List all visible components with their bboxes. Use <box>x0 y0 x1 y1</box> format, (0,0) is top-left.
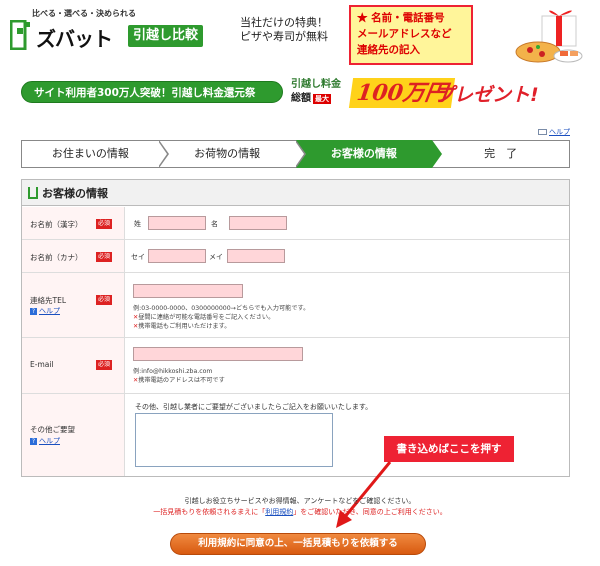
first-name-kana-input[interactable] <box>227 249 285 263</box>
step-label: お客様の情報 <box>330 147 397 160</box>
annotation-callout: 書き込めばここを押す <box>384 436 514 462</box>
page: 比べる・選べる・決められる ズバット 引越し比較 当社だけの特典！ ピザや寿司が… <box>0 0 600 566</box>
campaign-banner[interactable]: サイト利用者300万人突破！引越し料金還元祭 引越し料金 総額 最大 100万円 … <box>21 78 583 112</box>
row-name-kanji: お名前（漢字） 必須 姓 名 <box>22 207 569 240</box>
other-help-link[interactable]: ? ヘルプ <box>30 436 60 446</box>
promo-tagline: 当社だけの特典！ ピザや寿司が無料 <box>240 16 328 44</box>
step-arrow-icon <box>157 140 169 168</box>
field-label-cell: その他ご要望 ? ヘルプ <box>22 394 125 476</box>
required-badge: 必須 <box>96 252 113 262</box>
logo-name: ズバット <box>36 27 113 51</box>
row-phone: 連絡先TEL 必須 ? ヘルプ 例:03-0000-0000、0300000000… <box>22 273 569 338</box>
other-requests-textarea[interactable] <box>135 413 333 467</box>
form-title: お客様の情報 <box>42 186 108 200</box>
email-note: ✕携帯電話のアドレスは不可です <box>133 377 225 384</box>
phone-input[interactable] <box>133 284 243 298</box>
step-label: 完 了 <box>484 147 518 160</box>
annotation-note: ★ 名前・電話番号 メールアドレスなど 連絡先の記入 <box>349 5 473 65</box>
info-text: 引越しお役立ちサービスやお得情報、アンケートなどをご確認ください。 <box>184 497 416 505</box>
field-label: お名前（カナ） <box>30 253 83 262</box>
campaign-prize-label: 引越し料金 総額 最大 <box>291 78 351 106</box>
phone-example: 例:03-0000-0000、0300000000→どちらでも入力可能です。 <box>133 305 310 312</box>
tagline-line: ピザや寿司が無料 <box>240 30 328 43</box>
campaign-pill: サイト利用者300万人突破！引越し料金還元祭 <box>21 81 283 103</box>
field-cell: 例:03-0000-0000、0300000000→どちらでも入力可能です。 ✕… <box>125 273 569 337</box>
tagline-line: 当社だけの特典！ <box>240 16 328 29</box>
terms-link[interactable]: 利用規約 <box>265 508 293 516</box>
field-cell: 例:info@hikkoshi.zba.com ✕携帯電話のアドレスは不可です <box>125 338 569 393</box>
step-complete: 完 了 <box>432 140 570 168</box>
row-name-kana: お名前（カナ） 必須 セイ メイ <box>22 240 569 273</box>
row-email: E-mail 必須 例:info@hikkoshi.zba.com ✕携帯電話の… <box>22 338 569 394</box>
last-name-label: 姓 <box>134 220 141 228</box>
help-link[interactable]: ヘルプ <box>538 127 570 137</box>
field-label-cell: 連絡先TEL 必須 ? ヘルプ <box>22 273 125 337</box>
step-arrow-icon <box>431 140 443 168</box>
phone-note-text: 昼間に連絡が可能な電話番号をご記入ください。 <box>138 314 275 321</box>
email-note-text: 携帯電話のアドレスは不可です <box>138 377 225 384</box>
help-icon: ? <box>30 438 37 445</box>
present-text: プレゼント! <box>435 84 539 106</box>
annotation-line: ★ 名前・電話番号 <box>357 12 445 24</box>
required-badge: 必須 <box>96 295 113 305</box>
max-badge: 最大 <box>313 94 331 104</box>
required-badge: 必須 <box>96 219 113 229</box>
phone-note-text: 携帯電話もご利用いただけます。 <box>138 323 231 330</box>
field-label: 連絡先TEL <box>30 296 66 305</box>
phone-note: ✕携帯電話もご利用いただけます。 <box>133 323 231 330</box>
field-label-cell: お名前（カナ） 必須 <box>22 240 125 272</box>
customer-info-form: お客様の情報 お名前（漢字） 必須 姓 名 お名前（カナ） 必須 セイ メイ 連… <box>21 179 570 477</box>
step-arrow-icon <box>294 140 306 168</box>
mail-icon <box>538 129 547 135</box>
annotation-line: メールアドレスなど <box>357 28 452 40</box>
progress-steps: お住まいの情報 お荷物の情報 お客様の情報 完 了 <box>21 140 570 168</box>
field-label: お名前（漢字） <box>30 220 83 229</box>
help-label: ヘルプ <box>39 437 60 445</box>
email-example: 例:info@hikkoshi.zba.com <box>133 368 213 375</box>
help-link-label: ヘルプ <box>549 128 570 136</box>
first-name-input[interactable] <box>229 216 287 230</box>
logo-badge: 引越し比較 <box>128 25 204 47</box>
last-name-kana-input[interactable] <box>148 249 206 263</box>
email-input[interactable] <box>133 347 303 361</box>
help-label: ヘルプ <box>39 307 60 315</box>
field-label-cell: E-mail 必須 <box>22 338 125 393</box>
submit-button[interactable]: 利用規約に同意の上、一括見積もりを依頼する <box>170 533 426 555</box>
step-residence: お住まいの情報 <box>21 140 169 168</box>
last-name-kana-label: セイ <box>131 253 145 261</box>
phone-note: ✕昼間に連絡が可能な電話番号をご記入ください。 <box>133 314 275 321</box>
terms-notice: 一括見積もりを依頼されるまえに「利用規約」をご確認いただき、同意の上ご利用くださ… <box>0 507 600 517</box>
last-name-input[interactable] <box>148 216 206 230</box>
required-badge: 必須 <box>96 360 113 370</box>
field-label: E-mail <box>30 360 54 369</box>
help-icon: ? <box>30 308 37 315</box>
prize-total-label: 総額 <box>291 93 311 104</box>
field-cell: セイ メイ <box>125 240 569 272</box>
terms-notice-post: 」をご確認いただき、同意の上ご利用ください。 <box>293 508 447 516</box>
terms-notice-pre: 一括見積もりを依頼されるまえに「 <box>153 508 266 516</box>
first-name-kana-label: メイ <box>209 253 223 261</box>
field-label-cell: お名前（漢字） 必須 <box>22 207 125 239</box>
step-luggage: お荷物の情報 <box>158 140 306 168</box>
form-header: お客様の情報 <box>22 180 569 206</box>
step-label: お荷物の情報 <box>194 147 261 160</box>
logo-tagline: 比べる・選べる・決められる <box>32 9 136 18</box>
other-requests-prompt: その他、引越し業者にご要望がございましたらご記入をお願いいたします。 <box>135 403 373 411</box>
prize-label-line: 総額 最大 <box>291 92 351 106</box>
step-label: お住まいの情報 <box>51 147 129 160</box>
site-logo[interactable]: 比べる・選べる・決められる ズバット 引越し比較 <box>10 8 230 60</box>
step-customer-info: お客様の情報 <box>295 140 443 168</box>
annotation-line: 連絡先の記入 <box>357 44 420 56</box>
prize-label-line: 引越し料金 <box>291 79 341 90</box>
field-label: その他ご要望 <box>30 425 75 434</box>
logo-mark-icon <box>10 20 30 50</box>
row-other-requests: その他ご要望 ? ヘルプ その他、引越し業者にご要望がございましたらご記入をお願い… <box>22 394 569 476</box>
first-name-label: 名 <box>211 220 218 228</box>
gift-illustration-icon <box>515 10 583 63</box>
phone-help-link[interactable]: ? ヘルプ <box>30 306 60 316</box>
field-cell: 姓 名 <box>125 207 569 239</box>
section-icon <box>28 186 38 199</box>
